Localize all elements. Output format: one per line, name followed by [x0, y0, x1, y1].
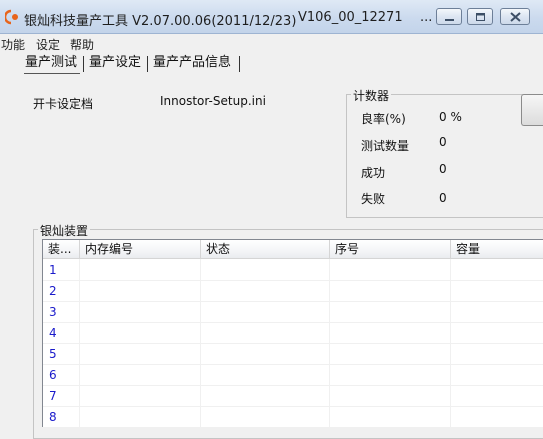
device-list[interactable]: 装... 内存编号 状态 序号 容量 1 2 3 4 5 6 7 8	[42, 239, 543, 427]
col-header-capacity[interactable]: 容量	[451, 240, 543, 259]
active-tab-indicator	[24, 73, 80, 74]
device-row[interactable]: 4	[43, 323, 543, 344]
title-ellipsis: ...	[420, 10, 433, 25]
col-header-memory-id[interactable]: 内存编号	[80, 240, 200, 259]
device-row[interactable]: 2	[43, 281, 543, 302]
title-bar[interactable]: 银灿科技量产工具 V2.07.00.06(2011/12/23) V106_00…	[0, 0, 543, 34]
device-row[interactable]: 6	[43, 365, 543, 386]
minimize-icon	[445, 19, 454, 21]
menu-bar: 功能 设定 帮助	[0, 35, 543, 53]
device-row[interactable]: 8	[43, 407, 543, 427]
tab-production-settings[interactable]: 量产设定	[86, 53, 146, 73]
menu-settings[interactable]: 设定	[36, 36, 60, 53]
window-title: 银灿科技量产工具 V2.07.00.06(2011/12/23)	[24, 14, 297, 29]
maximize-button[interactable]	[467, 8, 493, 25]
device-row-number: 6	[49, 368, 57, 382]
yield-value: 0 %	[439, 110, 462, 124]
menu-help[interactable]: 帮助	[70, 36, 94, 53]
col-header-device[interactable]: 装...	[43, 240, 79, 259]
window-version-tag: V106_00_12271	[298, 10, 403, 25]
test-count-value: 0	[439, 135, 447, 149]
device-list-header: 装... 内存编号 状态 序号 容量	[43, 240, 543, 259]
device-row-number: 1	[49, 263, 57, 277]
fail-value: 0	[439, 191, 447, 205]
maximize-icon	[476, 13, 485, 21]
device-row-number: 5	[49, 347, 57, 361]
devices-group-title: 银灿装置	[38, 222, 91, 239]
device-row-number: 4	[49, 326, 57, 340]
main-window: 银灿科技量产工具 V2.07.00.06(2011/12/23) V106_00…	[0, 0, 543, 439]
tab-separator	[83, 56, 84, 72]
tab-separator	[239, 56, 240, 72]
tab-product-info[interactable]: 量产产品信息	[150, 53, 238, 73]
col-header-serial[interactable]: 序号	[330, 240, 450, 259]
fail-label: 失败	[361, 192, 386, 206]
close-button[interactable]	[500, 8, 530, 25]
close-icon	[510, 12, 521, 22]
device-row-number: 2	[49, 284, 57, 298]
device-row-number: 8	[49, 410, 57, 424]
col-header-status[interactable]: 状态	[201, 240, 329, 259]
test-count-label: 测试数量	[361, 139, 410, 153]
menu-function[interactable]: 功能	[1, 36, 25, 53]
side-button[interactable]	[521, 94, 543, 126]
card-config-label: 开卡设定档	[33, 97, 94, 111]
yield-label: 良率(%)	[361, 112, 406, 126]
counter-group-title: 计数器	[351, 87, 392, 104]
tab-separator	[147, 56, 148, 72]
success-value: 0	[439, 162, 447, 176]
tab-production-test[interactable]: 量产测试	[22, 53, 82, 73]
device-row[interactable]: 5	[43, 344, 543, 365]
device-row-number: 7	[49, 389, 57, 403]
minimize-button[interactable]	[436, 8, 462, 25]
device-row[interactable]: 7	[43, 386, 543, 407]
card-config-file: Innostor-Setup.ini	[160, 94, 266, 108]
device-row-number: 3	[49, 305, 57, 319]
device-row[interactable]: 1	[43, 260, 543, 281]
device-row[interactable]: 3	[43, 302, 543, 323]
app-logo-icon	[5, 9, 18, 25]
success-label: 成功	[361, 166, 386, 180]
